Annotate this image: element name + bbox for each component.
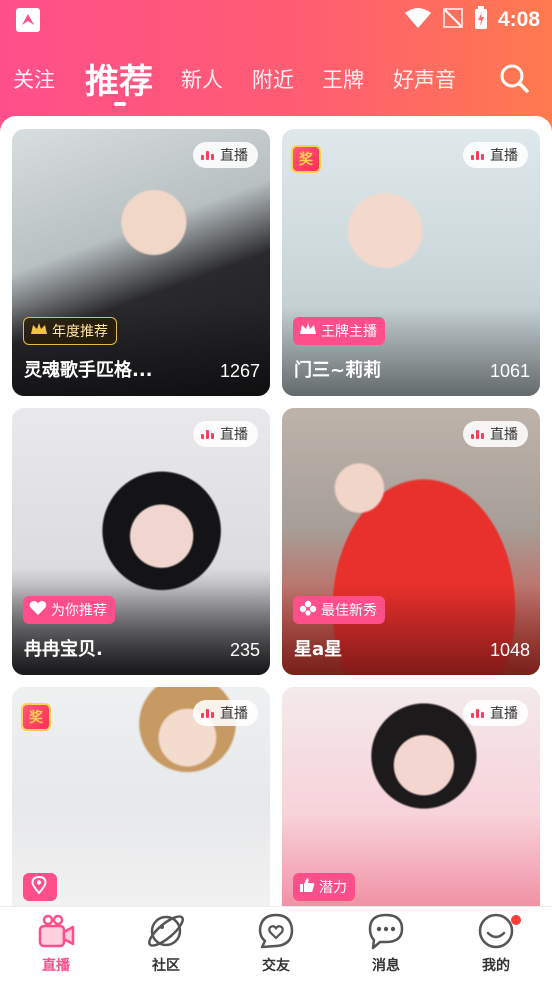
feature-tag: 潜力 [293,873,355,901]
nav-label: 交友 [262,958,290,974]
live-room-card[interactable]: 直播 最佳新秀 星a星 1048 [282,408,540,675]
nav-label: 消息 [372,958,400,974]
live-badge-label: 直播 [490,148,518,164]
wifi-icon [404,7,432,33]
live-badge-label: 直播 [490,706,518,722]
live-badge: 直播 [463,142,528,168]
nav-community[interactable]: 社区 [111,907,221,981]
tab-ace[interactable]: 王牌 [322,64,364,94]
tab-nearby[interactable]: 附近 [252,64,294,94]
viewer-count: 1061 [489,361,530,381]
nav-label: 直播 [42,958,70,974]
feature-tag: 最佳新秀 [293,596,385,624]
streamer-name: 灵魂歌手匹格... [24,360,153,381]
live-room-card[interactable]: 直播 年度推荐 灵魂歌手匹格... 1267 [12,129,270,396]
flower-icon [299,600,317,620]
tab-good-voice[interactable]: 好声音 [393,64,456,94]
bottom-navigation: 直播 社区 交友 消息 我的 [0,906,552,981]
live-room-card[interactable]: 奖 直播 王牌主播 门三~莉莉 1061 [282,129,540,396]
tab-recommend[interactable]: 推荐 [85,54,153,103]
streamer-name: 门三~莉莉 [294,360,382,381]
live-room-card[interactable]: 直播 潜力 [282,687,540,906]
feature-tag-label: 潜力 [319,880,347,896]
live-room-card[interactable]: 直播 为你推荐 冉冉宝贝. 235 [12,408,270,675]
feature-tag [23,873,57,901]
live-badge-label: 直播 [220,427,248,443]
status-bar: 4:08 [0,0,552,40]
live-bars-icon [471,429,484,439]
top-tab-bar: 关注 推荐 新人 附近 王牌 好声音 [0,52,552,108]
status-time: 4:08 [497,8,540,31]
notification-dot [511,915,521,925]
viewer-count: 235 [229,640,260,660]
heart-icon [29,600,47,620]
tab-follow[interactable]: 关注 [13,64,55,94]
feature-tag-label: 最佳新秀 [321,603,377,619]
streamer-name: 星a星 [294,639,343,660]
live-bars-icon [201,708,214,718]
location-icon [31,875,47,898]
crown-icon [30,321,48,341]
nav-profile[interactable]: 我的 [441,907,551,981]
profile-icon [476,911,516,951]
live-bars-icon [471,150,484,160]
live-bars-icon [201,429,214,439]
thumbs-up-icon [299,877,315,897]
live-badge: 直播 [193,421,258,447]
nav-dating[interactable]: 交友 [221,907,331,981]
feature-tag: 年度推荐 [23,317,117,345]
live-badge: 直播 [193,700,258,726]
live-badge-label: 直播 [490,427,518,443]
chat-bubble-icon [366,911,406,951]
app-notification-icon [16,8,40,32]
live-badge-label: 直播 [220,148,248,164]
live-badge: 直播 [463,421,528,447]
feature-tag: 为你推荐 [23,596,115,624]
streamer-name: 冉冉宝贝. [24,639,103,660]
heart-bubble-icon [256,911,296,951]
planet-icon [146,911,186,951]
video-camera-icon [36,911,76,951]
live-bars-icon [201,150,214,160]
feature-tag-label: 王牌主播 [321,324,377,340]
live-badge: 直播 [463,700,528,726]
live-room-card[interactable]: 奖 直播 [12,687,270,906]
live-bars-icon [471,708,484,718]
reward-badge: 奖 [21,703,51,731]
reward-badge: 奖 [291,145,321,173]
live-badge-label: 直播 [220,706,248,722]
viewer-count: 1267 [219,361,260,381]
battery-charging-icon [474,6,488,34]
feature-tag: 王牌主播 [293,317,385,345]
feature-tag-label: 为你推荐 [51,603,107,619]
feature-tag-label: 年度推荐 [52,324,108,340]
live-badge: 直播 [193,142,258,168]
no-signal-icon [442,7,464,33]
active-tab-indicator [114,102,126,106]
tab-new[interactable]: 新人 [181,64,223,94]
nav-label: 我的 [482,958,510,974]
viewer-count: 1048 [489,640,530,660]
nav-messages[interactable]: 消息 [331,907,441,981]
nav-label: 社区 [152,958,180,974]
search-icon[interactable] [498,62,530,94]
nav-live[interactable]: 直播 [1,907,111,981]
live-room-grid: 直播 年度推荐 灵魂歌手匹格... 1267 奖 直播 王牌主播 门三~莉莉 1… [0,116,552,906]
crown-icon [299,321,317,341]
